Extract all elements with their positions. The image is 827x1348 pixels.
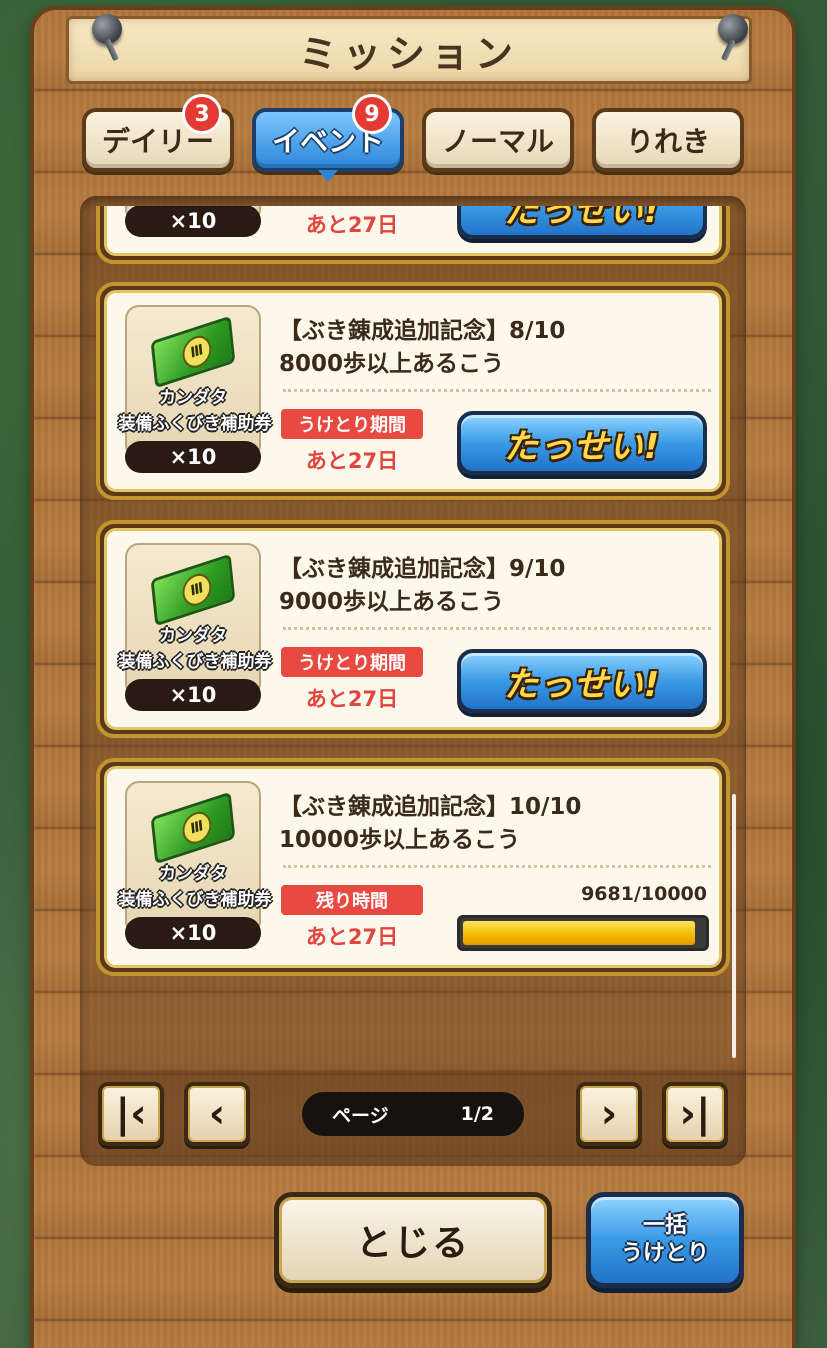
page-title: ミッション <box>298 31 519 76</box>
last-page-icon: ›| <box>679 1091 711 1137</box>
mission-title-line1: 【ぶき錬成追加記念】9/10 <box>279 556 566 582</box>
ticket-icon <box>150 791 236 865</box>
days-left: あと27日 <box>305 213 399 237</box>
last-page-button[interactable]: ›| <box>662 1082 728 1146</box>
tab-label: ノーマル <box>441 125 554 158</box>
reward-name-sub: 装備ふくびき補助券 <box>118 414 272 434</box>
period-label: うけとり期間 <box>281 409 423 439</box>
reward-name: カンダタ <box>159 626 227 646</box>
first-page-button[interactable]: |‹ <box>98 1082 164 1146</box>
mission-card: カンダタ 装備ふくびき補助券 ×10 【ぶき錬成追加記念】9/10 9000歩以… <box>96 520 730 738</box>
progress-fill <box>463 921 696 945</box>
mission-title-line2: 9000歩以上あるこう <box>279 589 505 615</box>
mission-title-line2: 8000歩以上あるこう <box>279 351 505 377</box>
tab-label: りれき <box>625 125 710 158</box>
tab-daily[interactable]: デイリー 3 <box>82 94 234 172</box>
divider <box>283 389 711 392</box>
bulk-receive-label-1: 一括 <box>642 1213 687 1238</box>
mission-title-line2: 10000歩以上あるこう <box>279 827 521 853</box>
ticket-icon <box>150 315 236 389</box>
tab-normal[interactable]: ノーマル <box>422 108 574 172</box>
bulk-receive-button[interactable]: 一括 うけとり <box>586 1192 744 1288</box>
next-page-button[interactable]: › <box>576 1082 642 1146</box>
title-plate: ミッション <box>66 16 752 84</box>
tab-event[interactable]: イベント 9 <box>252 94 404 182</box>
mission-card: カンダタ 装備ふくびき補助券 ×10 【ぶき錬成追加記念】8/10 8000歩以… <box>96 282 730 500</box>
prev-page-button[interactable]: ‹ <box>184 1082 250 1146</box>
mission-title: 【ぶき錬成追加記念】9/10 9000歩以上あるこう <box>279 553 565 619</box>
progress-bar <box>457 915 709 951</box>
reward-quantity: ×10 <box>125 441 261 473</box>
scrollbar[interactable] <box>732 794 736 1058</box>
divider <box>283 865 711 868</box>
divider <box>283 627 711 630</box>
mission-card: ×10 あと27日 たっせい! <box>96 206 730 264</box>
close-button[interactable]: とじる <box>274 1192 552 1288</box>
mission-title-line1: 【ぶき錬成追加記念】8/10 <box>279 318 566 344</box>
mission-card: カンダタ 装備ふくびき補助券 ×10 【ぶき錬成追加記念】10/10 10000… <box>96 758 730 976</box>
days-left: あと27日 <box>305 925 399 949</box>
bulk-receive-label-2: うけとり <box>620 1241 709 1266</box>
reward-quantity: ×10 <box>125 206 261 237</box>
reward-name-sub: 装備ふくびき補助券 <box>118 890 272 910</box>
mission-title-line1: 【ぶき錬成追加記念】10/10 <box>279 794 582 820</box>
tab-history[interactable]: りれき <box>592 108 744 172</box>
reward-icon-box: カンダタ 装備ふくびき補助券 <box>119 781 272 935</box>
ticket-icon <box>150 553 236 627</box>
prev-page-icon: ‹ <box>208 1091 226 1137</box>
period-label: うけとり期間 <box>281 647 423 677</box>
page-indicator: ページ 1/2 <box>302 1092 524 1136</box>
reward-name-sub: 装備ふくびき補助券 <box>118 652 272 672</box>
pin-icon <box>92 14 122 44</box>
page-value: 1/2 <box>460 1103 494 1125</box>
page-label: ページ <box>332 1104 389 1127</box>
achieve-button[interactable]: たっせい! <box>457 206 707 239</box>
mission-title: 【ぶき錬成追加記念】8/10 8000歩以上あるこう <box>279 315 565 381</box>
reward-quantity: ×10 <box>125 679 261 711</box>
pagination: |‹ ‹ ページ 1/2 › ›| <box>80 1070 746 1166</box>
notification-badge: 9 <box>352 94 392 134</box>
mission-list-viewport[interactable]: ×10 あと27日 たっせい! カンダタ 装備ふくびき補助券 ×10 【ぶき錬成… <box>80 206 746 1064</box>
days-left: あと27日 <box>305 449 399 473</box>
next-page-icon: › <box>600 1091 618 1137</box>
reward-quantity: ×10 <box>125 917 261 949</box>
time-remaining-label: 残り時間 <box>281 885 423 915</box>
achieve-button[interactable]: たっせい! <box>457 411 707 475</box>
days-left: あと27日 <box>305 687 399 711</box>
reward-icon-box: カンダタ 装備ふくびき補助券 <box>119 543 272 697</box>
reward-name: カンダタ <box>159 388 227 408</box>
first-page-icon: |‹ <box>115 1091 147 1137</box>
reward-icon-box: カンダタ 装備ふくびき補助券 <box>119 305 272 459</box>
progress-text: 9681/10000 <box>581 883 707 905</box>
notification-badge: 3 <box>182 94 222 134</box>
achieve-button[interactable]: たっせい! <box>457 649 707 713</box>
mission-title: 【ぶき錬成追加記念】10/10 10000歩以上あるこう <box>279 791 581 857</box>
reward-name: カンダタ <box>159 864 227 884</box>
mission-list[interactable]: ×10 あと27日 たっせい! カンダタ 装備ふくびき補助券 ×10 【ぶき錬成… <box>80 196 746 1166</box>
pin-icon <box>718 14 748 44</box>
